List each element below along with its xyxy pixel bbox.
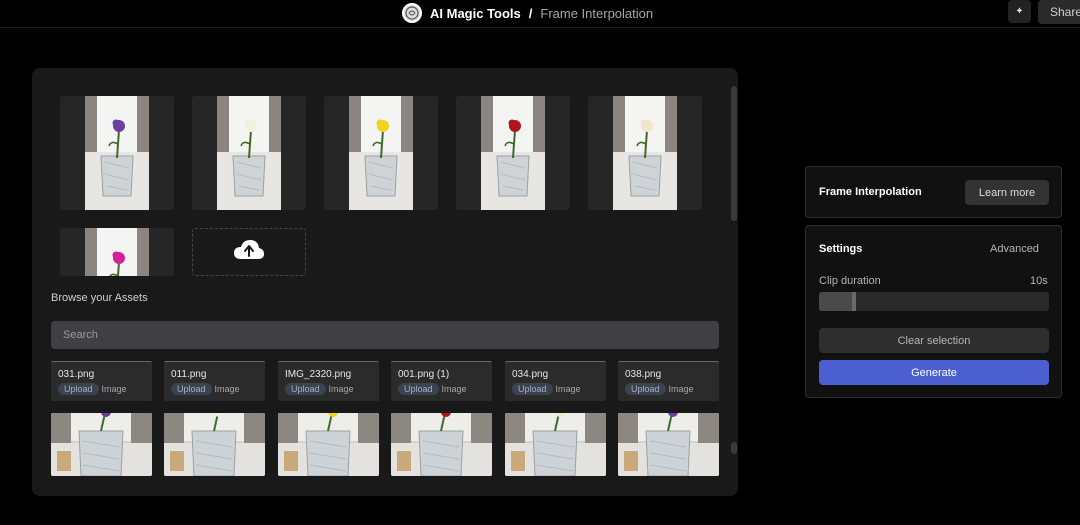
frame-image (613, 96, 677, 210)
clip-duration-value: 10s (1030, 275, 1048, 287)
asset-thumbnail[interactable] (278, 413, 379, 476)
asset-name: 038.png (625, 369, 662, 380)
asset-name: IMG_2320.png (285, 369, 352, 380)
upload-badge: Upload (512, 383, 553, 395)
asset-thumbnail[interactable] (391, 413, 492, 476)
scrollbar-thumb-lower[interactable] (731, 442, 737, 454)
settings-title: Settings (819, 243, 863, 255)
frame-slot[interactable] (192, 96, 306, 210)
asset-type: Image (668, 384, 694, 394)
asset-thumbnail[interactable] (505, 413, 606, 476)
asset-type: Image (101, 384, 127, 394)
top-bar: AI Magic Tools / Frame Interpolation ✦ S… (0, 0, 1080, 28)
frame-slot[interactable] (324, 96, 438, 210)
upload-frame-slot[interactable] (192, 228, 306, 276)
advanced-toggle[interactable]: Advanced (990, 243, 1039, 255)
cloud-upload-icon (233, 239, 265, 266)
page-title: Frame Interpolation (540, 5, 654, 21)
learn-more-button[interactable]: Learn more (965, 180, 1049, 205)
asset-name: 001.png (1) (398, 369, 450, 380)
clip-duration-label: Clip duration (819, 275, 881, 287)
asset-thumbnail[interactable] (51, 413, 152, 476)
sparkle-icon: ✦ (1015, 6, 1024, 17)
sparkle-button[interactable]: ✦ (1008, 0, 1031, 23)
search-input[interactable] (51, 321, 719, 349)
frame-image (217, 96, 281, 210)
frame-image (85, 228, 149, 276)
upload-badge: Upload (285, 383, 326, 395)
frames-panel: Browse your Assets 031.png UploadImage 0… (32, 68, 738, 496)
scrollbar-thumb[interactable] (731, 86, 737, 221)
asset-name: 034.png (512, 369, 549, 380)
asset-type: Image (214, 384, 240, 394)
asset-card[interactable]: 001.png (1) Upload Image (391, 361, 492, 401)
breadcrumb-separator: / (528, 5, 533, 21)
upload-badge: Upload (398, 383, 439, 395)
upload-badge: Upload (171, 383, 212, 395)
asset-type: Image (441, 384, 467, 394)
upload-badge: Upload (625, 383, 666, 395)
browse-assets-label: Browse your Assets (51, 292, 148, 304)
brand[interactable]: AI Magic Tools / Frame Interpolation (402, 2, 653, 24)
frame-slot[interactable] (60, 96, 174, 210)
share-button[interactable]: Share (1038, 0, 1080, 24)
slider-fill (819, 292, 854, 311)
asset-card[interactable]: 031.png Upload Image (51, 361, 152, 401)
frame-image (481, 96, 545, 210)
asset-card[interactable]: IMG_2320.png Upload Image (278, 361, 379, 401)
upload-badge: Upload (58, 383, 99, 395)
frame-slot[interactable] (588, 96, 702, 210)
asset-type: Image (328, 384, 354, 394)
app-name: AI Magic Tools (430, 5, 521, 21)
tool-title: Frame Interpolation (819, 186, 922, 198)
clear-selection-button[interactable]: Clear selection (819, 328, 1049, 353)
clip-duration-slider[interactable] (819, 292, 1049, 311)
asset-name: 031.png (58, 369, 95, 380)
frame-image (85, 96, 149, 210)
asset-thumbnail[interactable] (618, 413, 719, 476)
frame-slot[interactable] (456, 96, 570, 210)
app-logo-icon (402, 3, 422, 23)
asset-thumbnail[interactable] (164, 413, 265, 476)
generate-button[interactable]: Generate (819, 360, 1049, 385)
asset-type: Image (555, 384, 581, 394)
tool-info-panel: Frame Interpolation Learn more (805, 166, 1062, 218)
frame-image (349, 96, 413, 210)
asset-card[interactable]: 011.png Upload Image (164, 361, 265, 401)
slider-handle[interactable] (851, 292, 856, 311)
frame-slot[interactable] (60, 228, 174, 276)
asset-name: 011.png (171, 369, 207, 380)
asset-card[interactable]: 038.png Upload Image (618, 361, 719, 401)
asset-card[interactable]: 034.png Upload Image (505, 361, 606, 401)
settings-panel: Settings Advanced Clip duration 10s Clea… (805, 225, 1062, 398)
